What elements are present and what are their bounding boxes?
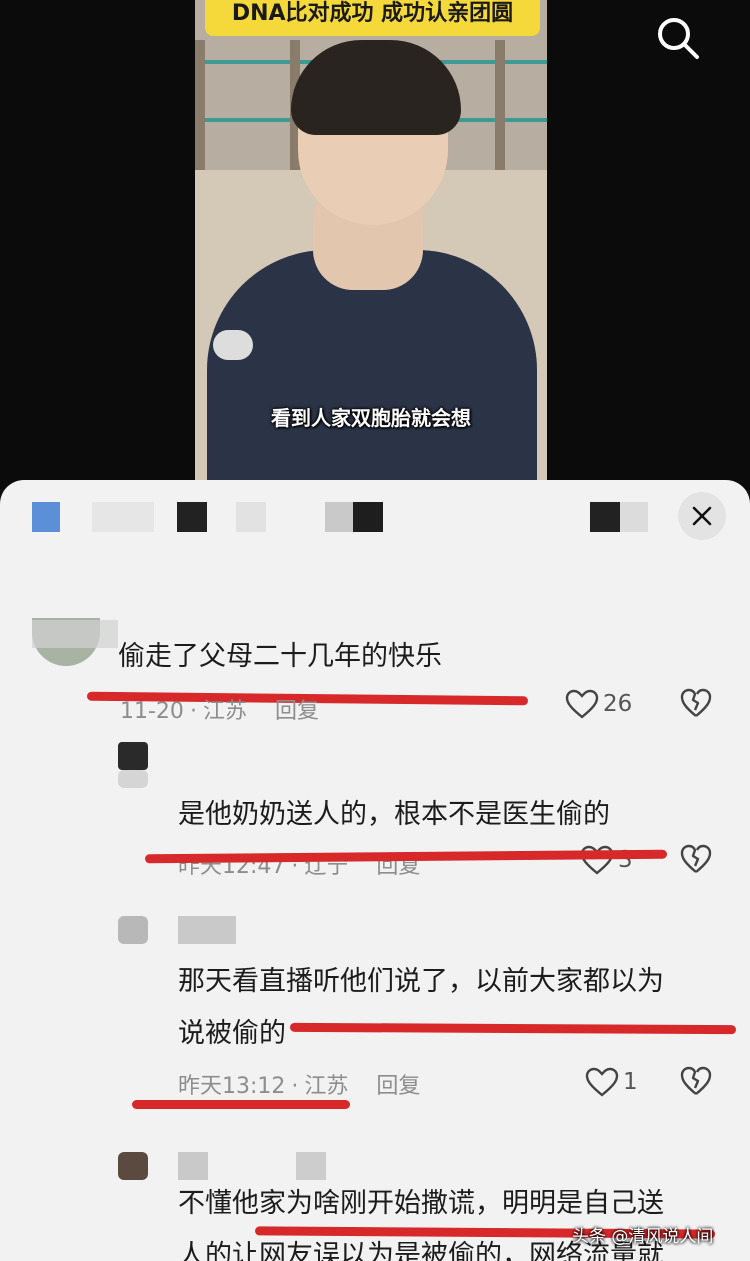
search-icon (658, 18, 699, 59)
emoji-strip (0, 480, 750, 560)
comment-text-line2: 说被偷的 (178, 1018, 286, 1049)
watermark: 头条 @清风说人间 (572, 1227, 714, 1247)
heart-icon (565, 689, 599, 719)
highlight-underline (132, 1100, 350, 1109)
avatar[interactable] (118, 742, 148, 770)
blurred-tab[interactable] (590, 502, 620, 532)
comment-text-line1: 那天看直播听他们说了，以前大家都以为 (178, 966, 664, 997)
blurred-tab[interactable] (92, 502, 154, 532)
username-blurred[interactable] (296, 1152, 326, 1180)
comment-text-line1: 不懂他家为啥刚开始撒谎，明明是自己送 (178, 1188, 664, 1219)
blurred-tab[interactable] (325, 502, 353, 532)
username-blurred[interactable] (178, 1152, 208, 1180)
blurred-tab[interactable] (353, 502, 383, 532)
reply-button[interactable]: 回复 (275, 699, 319, 724)
dislike-button[interactable] (680, 844, 714, 878)
search-button[interactable] (652, 12, 702, 62)
username-blurred[interactable] (32, 620, 118, 648)
avatar[interactable] (118, 916, 148, 944)
comment-meta: 昨天13:12 · 江苏 回复 (178, 1074, 421, 1099)
dislike-button[interactable] (680, 688, 714, 722)
microphone-icon (213, 330, 253, 360)
like-count: 1 (623, 1069, 638, 1095)
comment-sheet: 偷走了父母二十几年的快乐 11-20 · 江苏 回复 26 是他奶奶送人的，根本不是医… (0, 480, 750, 1261)
dislike-button[interactable] (680, 1066, 714, 1100)
like-button[interactable]: 26 (565, 687, 632, 721)
comment-text: 是他奶奶送人的，根本不是医生偷的 (178, 799, 610, 830)
like-button[interactable]: 3 (580, 843, 633, 877)
broken-heart-icon (680, 844, 712, 873)
like-button[interactable]: 1 (585, 1065, 638, 1099)
avatar-blur (118, 770, 148, 788)
broken-heart-icon (680, 688, 712, 717)
highlight-underline (289, 1022, 737, 1035)
blurred-tab[interactable] (620, 502, 648, 532)
close-button[interactable] (678, 492, 726, 540)
comment-date: 11-20 (120, 699, 184, 724)
comment-text: 偷走了父母二十几年的快乐 (118, 641, 442, 672)
close-icon (692, 506, 712, 526)
heart-icon (585, 1067, 619, 1097)
like-count: 26 (603, 691, 633, 717)
blurred-tab[interactable] (32, 502, 60, 532)
broken-heart-icon (680, 1066, 712, 1095)
video-banner: DNA比对成功 成功认亲团圆 (205, 0, 540, 36)
blurred-tab[interactable] (236, 502, 266, 532)
comment-meta: 11-20 · 江苏 回复 (120, 699, 319, 724)
blurred-tab[interactable] (177, 502, 207, 532)
comment-location: 江苏 (304, 1074, 349, 1099)
comment-location: 江苏 (202, 699, 247, 724)
comment-date: 昨天13:12 (178, 1074, 286, 1099)
video-player[interactable]: DNA比对成功 成功认亲团圆 看到人家双胞胎就会想 (0, 0, 750, 490)
username-blurred[interactable] (178, 916, 236, 944)
video-subtitle: 看到人家双胞胎就会想 (271, 406, 471, 430)
reply-button[interactable]: 回复 (376, 1074, 420, 1099)
avatar[interactable] (118, 1152, 148, 1180)
video-frame: DNA比对成功 成功认亲团圆 看到人家双胞胎就会想 (195, 0, 547, 480)
